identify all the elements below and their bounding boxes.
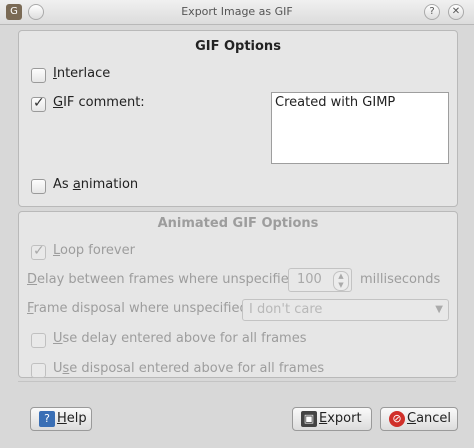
- close-button[interactable]: ✕: [448, 4, 464, 20]
- delay-label: Delay between frames where unspecified:: [27, 272, 302, 287]
- as-animation-label: As animation: [53, 177, 139, 192]
- delay-spinbutton[interactable]: 100 ▲ ▼: [288, 268, 352, 292]
- disposal-label: Frame disposal where unspecified:: [27, 301, 253, 316]
- export-button[interactable]: ▣ Export: [292, 407, 372, 431]
- gif-comment-textarea[interactable]: Created with GIMP: [271, 92, 449, 164]
- gif-options-frame: GIF Options Interlace GIF comment: Creat…: [18, 30, 458, 207]
- gif-options-title: GIF Options: [195, 39, 281, 54]
- gif-comment-label: GIF comment:: [53, 95, 145, 110]
- disposal-value: I don't care: [249, 302, 323, 317]
- cancel-icon: ⊘: [389, 411, 405, 427]
- title-bar: G Export Image as GIF ? ✕: [0, 0, 474, 25]
- use-disposal-label: Use disposal entered above for all frame…: [53, 361, 325, 376]
- chevron-down-icon: ▼: [435, 304, 443, 315]
- help-bubble-button[interactable]: ?: [424, 4, 440, 20]
- delay-units-label: milliseconds: [360, 272, 441, 287]
- interlace-checkbox[interactable]: [31, 68, 46, 83]
- help-button[interactable]: ? Help: [30, 407, 92, 431]
- window-title: Export Image as GIF: [181, 5, 293, 18]
- loop-forever-checkbox[interactable]: [31, 243, 46, 260]
- animated-options-frame: Animated GIF Options Loop forever Delay …: [18, 211, 458, 378]
- cancel-button[interactable]: ⊘ Cancel: [380, 407, 458, 431]
- interlace-label: Interlace: [53, 66, 111, 81]
- separator: [18, 381, 456, 382]
- use-delay-checkbox[interactable]: [31, 333, 46, 348]
- disposal-combo[interactable]: I don't care ▼: [242, 299, 449, 321]
- spin-arrows-icon[interactable]: ▲ ▼: [333, 271, 349, 291]
- gif-comment-checkbox[interactable]: [31, 95, 46, 112]
- save-disk-icon: ▣: [301, 411, 317, 427]
- use-disposal-checkbox[interactable]: [31, 363, 46, 378]
- use-delay-label: Use delay entered above for all frames: [53, 331, 307, 346]
- loop-forever-label: Loop forever: [53, 243, 135, 258]
- delay-value: 100: [297, 272, 322, 287]
- as-animation-checkbox[interactable]: [31, 179, 46, 194]
- help-icon: ?: [39, 411, 55, 427]
- animated-options-title: Animated GIF Options: [157, 216, 319, 231]
